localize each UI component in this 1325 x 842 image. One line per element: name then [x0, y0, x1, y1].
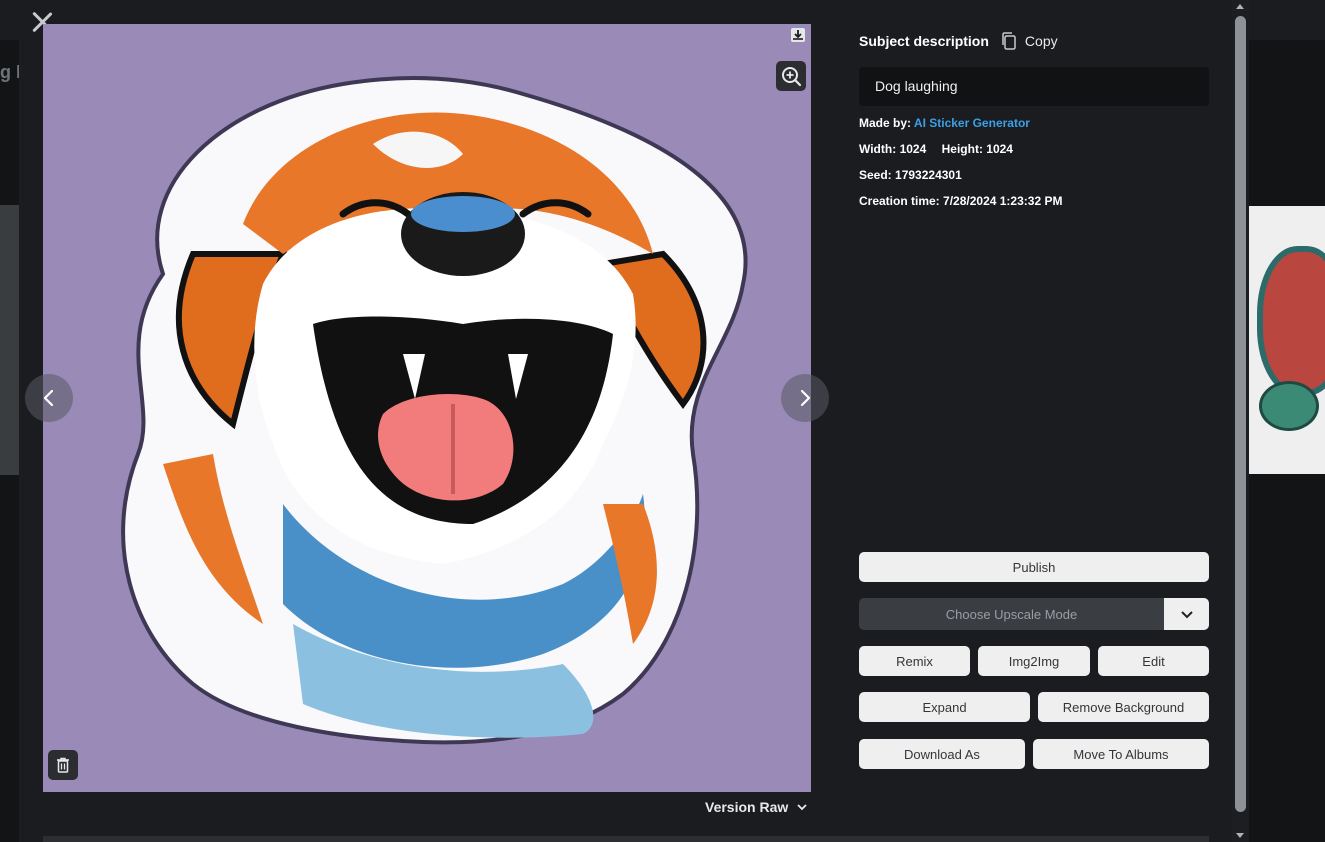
- background-card-left: [0, 205, 19, 475]
- bottom-strip: [43, 836, 1209, 842]
- download-as-button[interactable]: Download As: [859, 739, 1025, 769]
- next-image-button[interactable]: [781, 374, 829, 422]
- creation-time-label: Creation time:: [859, 194, 940, 208]
- version-selector[interactable]: Version Raw: [705, 799, 808, 815]
- subject-description-header: Subject description Copy: [859, 32, 1058, 50]
- height-label: Height:: [941, 142, 983, 156]
- upscale-dropdown-toggle[interactable]: [1164, 598, 1209, 630]
- upscale-mode-placeholder[interactable]: Choose Upscale Mode: [859, 598, 1164, 630]
- chevron-right-icon: [800, 389, 811, 407]
- seed-value: 1793224301: [895, 168, 962, 182]
- zoom-in-icon: [782, 67, 802, 87]
- prompt-text: Dog laughing: [859, 67, 1209, 106]
- seed-label: Seed:: [859, 168, 892, 182]
- copy-icon: [1002, 32, 1016, 50]
- scrollbar-thumb[interactable]: [1235, 16, 1246, 812]
- previous-image-button[interactable]: [25, 374, 73, 422]
- generated-image: [43, 24, 811, 792]
- trash-icon: [57, 757, 69, 773]
- chevron-left-icon: [43, 389, 54, 407]
- remove-background-button[interactable]: Remove Background: [1038, 692, 1209, 722]
- remix-button[interactable]: Remix: [859, 646, 970, 676]
- width-value: 1024: [899, 142, 927, 156]
- delete-button[interactable]: [48, 750, 78, 780]
- subject-description-title: Subject description: [859, 33, 989, 49]
- width-label: Width:: [859, 142, 897, 156]
- copy-label: Copy: [1024, 33, 1058, 49]
- chevron-down-icon: [797, 804, 807, 811]
- dimensions-row: Width: 1024 Height: 1024: [859, 142, 1013, 156]
- scroll-down-icon[interactable]: [1236, 833, 1244, 838]
- zoom-in-button[interactable]: [776, 61, 806, 91]
- background-card-right: [1249, 206, 1325, 474]
- move-to-albums-button[interactable]: Move To Albums: [1033, 739, 1209, 769]
- chevron-down-icon: [1180, 611, 1193, 619]
- made-by-row: Made by: AI Sticker Generator: [859, 116, 1030, 130]
- creation-time-row: Creation time: 7/28/2024 1:23:32 PM: [859, 194, 1062, 208]
- seed-row: Seed: 1793224301: [859, 168, 962, 182]
- publish-button[interactable]: Publish: [859, 552, 1209, 582]
- scroll-up-icon[interactable]: [1236, 4, 1244, 9]
- dog-sticker-image: [121, 76, 748, 745]
- version-label: Version Raw: [705, 799, 789, 815]
- edit-button[interactable]: Edit: [1098, 646, 1209, 676]
- copy-button[interactable]: Copy: [1001, 32, 1058, 50]
- height-value: 1024: [986, 142, 1013, 156]
- expand-button[interactable]: Expand: [859, 692, 1030, 722]
- modal-scrollbar[interactable]: [1232, 0, 1249, 842]
- creation-time-value: 7/28/2024 1:23:32 PM: [943, 194, 1063, 208]
- img2img-button[interactable]: Img2Img: [978, 646, 1090, 676]
- made-by-label: Made by:: [859, 116, 912, 130]
- download-icon[interactable]: [790, 27, 806, 43]
- upscale-mode-select[interactable]: Choose Upscale Mode: [859, 598, 1209, 630]
- made-by-link[interactable]: AI Sticker Generator: [914, 116, 1030, 130]
